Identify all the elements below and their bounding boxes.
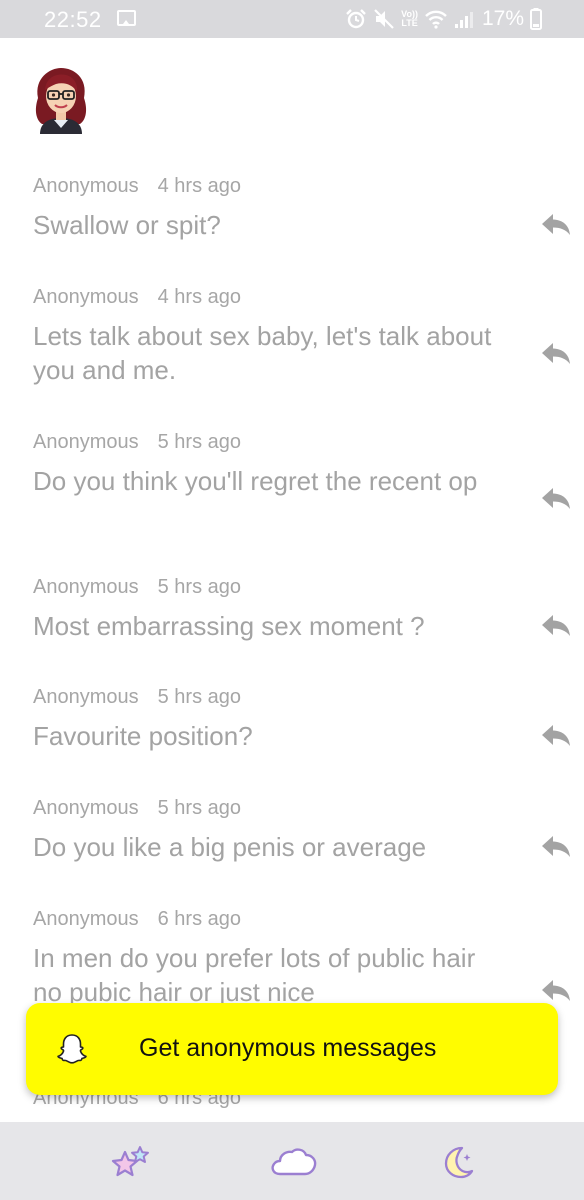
message-item[interactable]: Anonymous 4 hrs ago Swallow or spit?: [33, 174, 573, 242]
cloud-icon[interactable]: [268, 1144, 320, 1180]
message-meta: Anonymous 5 hrs ago: [33, 685, 573, 709]
message-text: Lets talk about sex baby, let's talk abo…: [33, 321, 492, 385]
reply-icon[interactable]: [541, 723, 571, 747]
message-time: 5 hrs ago: [157, 797, 242, 819]
message-time: 5 hrs ago: [157, 431, 242, 453]
message-meta: Anonymous 4 hrs ago: [33, 174, 573, 198]
message-sender: Anonymous: [33, 175, 139, 197]
message-text: Swallow or spit?: [33, 210, 221, 240]
message-item[interactable]: Anonymous 5 hrs ago Do you think you'll r…: [33, 430, 573, 498]
message-sender: Anonymous: [33, 686, 139, 708]
reply-icon[interactable]: [541, 486, 571, 510]
message-meta: Anonymous 4 hrs ago: [33, 285, 573, 309]
message-text: Do you think you'll regret the recent op: [33, 466, 478, 496]
message-text: Do you like a big penis or average: [33, 832, 427, 862]
message-meta: Anonymous 5 hrs ago: [33, 575, 573, 599]
reply-icon[interactable]: [541, 978, 571, 1002]
reply-icon[interactable]: [541, 341, 571, 365]
message-sender: Anonymous: [33, 286, 139, 308]
message-sender: Anonymous: [33, 576, 139, 598]
message-text: Most embarrassing sex moment ?: [33, 611, 425, 641]
message-time: 5 hrs ago: [157, 686, 242, 708]
message-item[interactable]: Anonymous 4 hrs ago Lets talk about sex b…: [33, 285, 573, 387]
message-sender: Anonymous: [33, 431, 139, 453]
message-time: 4 hrs ago: [157, 175, 242, 197]
reply-icon[interactable]: [541, 212, 571, 236]
get-anonymous-messages-button[interactable]: Get anonymous messages: [26, 1003, 558, 1095]
stars-icon[interactable]: [108, 1144, 154, 1180]
message-time: 5 hrs ago: [157, 576, 242, 598]
message-sender: Anonymous: [33, 797, 139, 819]
message-item[interactable]: Anonymous 5 hrs ago Favourite position?: [33, 685, 573, 753]
message-time: 6 hrs ago: [157, 908, 242, 930]
message-meta: Anonymous 5 hrs ago: [33, 796, 573, 820]
message-sender: Anonymous: [33, 908, 139, 930]
bottom-navigation: [0, 1122, 584, 1200]
message-text: In men do you prefer lots of public hair…: [33, 943, 476, 1007]
message-item[interactable]: Anonymous 6 hrs ago In men do you prefer …: [33, 907, 573, 1009]
banner-label: Get anonymous messages: [139, 1034, 437, 1062]
message-text: Favourite position?: [33, 721, 253, 751]
message-list[interactable]: Anonymous 4 hrs ago Swallow or spit? Anon…: [0, 0, 584, 1120]
message-item[interactable]: Anonymous 5 hrs ago Most embarrassing sex…: [33, 575, 573, 643]
reply-icon[interactable]: [541, 613, 571, 637]
snapchat-ghost-icon: [57, 1034, 87, 1064]
message-meta: Anonymous 6 hrs ago: [33, 907, 573, 931]
message-meta: Anonymous 5 hrs ago: [33, 430, 573, 454]
message-time: 4 hrs ago: [157, 286, 242, 308]
reply-icon[interactable]: [541, 834, 571, 858]
moon-icon[interactable]: [440, 1144, 476, 1180]
message-item[interactable]: Anonymous 5 hrs ago Do you like a big pen…: [33, 796, 573, 864]
